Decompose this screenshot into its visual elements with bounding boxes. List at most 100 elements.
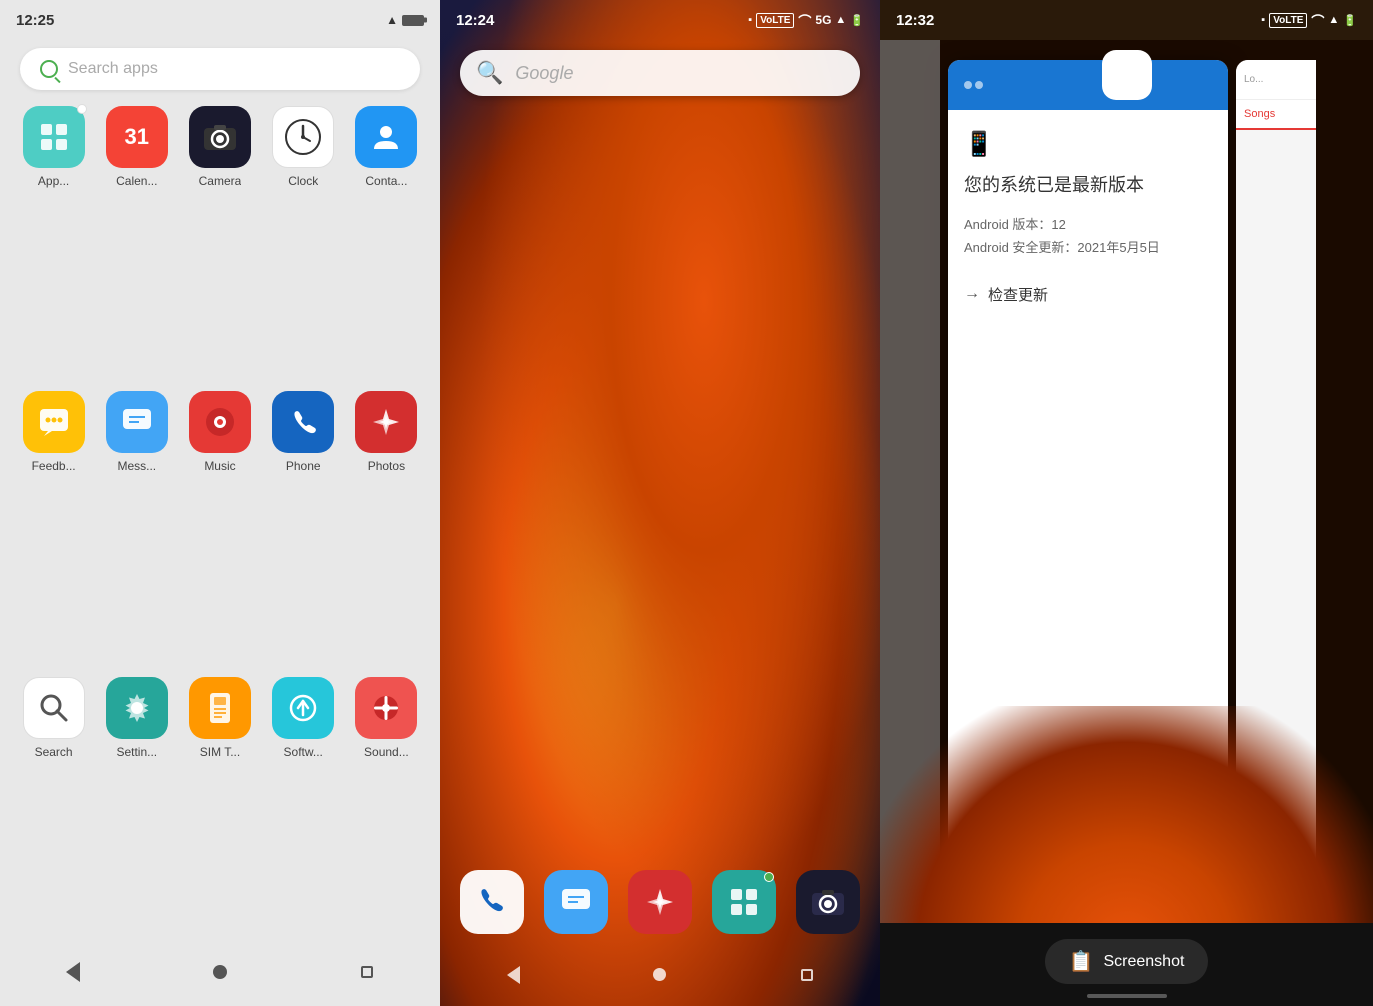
signal-bars: ▲	[835, 14, 846, 26]
header-dot-1	[964, 81, 972, 89]
app-icon-search	[23, 677, 85, 739]
card-header-dots	[964, 81, 983, 89]
phone3-nav-indicator	[1087, 994, 1167, 998]
phone2-recents-button[interactable]	[787, 955, 827, 995]
card-icon-update: 📱	[964, 130, 1212, 159]
back-icon	[66, 962, 80, 982]
app-icon-messages	[106, 391, 168, 453]
app-icon-clock	[272, 106, 334, 168]
phone2-dock	[440, 858, 880, 946]
phone2-status-bar: 12:24 ▪ VoLTE ⌒ 5G ▲ 🔋	[440, 0, 880, 40]
recents-button[interactable]	[347, 952, 387, 992]
home-button[interactable]	[200, 952, 240, 992]
phone3-app-icon	[1102, 50, 1152, 100]
app-label-calendar: Calen...	[116, 174, 157, 188]
app-icon-contacts	[355, 106, 417, 168]
phone1-nav-bar	[0, 946, 440, 1006]
phone3-status-icons: ▪ VoLTE ⌒ ▲ 🔋	[1261, 11, 1357, 30]
phone2-home-button[interactable]	[640, 955, 680, 995]
app-icon-simtoolkit	[189, 677, 251, 739]
volte-badge: VoLTE	[756, 13, 794, 28]
phone3-battery-icon: ▪	[1261, 14, 1265, 26]
app-item-contacts[interactable]: Conta...	[349, 106, 424, 375]
calendar-date: 31	[125, 124, 149, 150]
dock-appvault[interactable]	[712, 870, 776, 934]
app-label-music: Music	[204, 459, 235, 473]
battery-icon2b: 🔋	[850, 14, 864, 27]
battery-icon2: ▪	[748, 14, 752, 26]
phone2-nav-bar	[440, 951, 880, 1006]
dock-messages[interactable]	[544, 870, 608, 934]
dock-camera[interactable]	[796, 870, 860, 934]
phone2-time: 12:24	[456, 12, 494, 29]
home-icon	[213, 965, 227, 979]
app-item-simtoolkit[interactable]: SIM T...	[182, 677, 257, 946]
right-card-search: Lo...	[1236, 60, 1316, 100]
app-item-search[interactable]: Search	[16, 677, 91, 946]
app-item-calendar[interactable]: 31 Calen...	[99, 106, 174, 375]
security-update-label: Android 安全更新：	[964, 240, 1077, 255]
screenshot-icon: 📋	[1069, 949, 1094, 974]
check-update-button[interactable]: → 检查更新	[964, 280, 1212, 309]
app-label-search: Search	[35, 745, 73, 759]
app-item-feedback[interactable]: Feedb...	[16, 391, 91, 660]
phone2-back-icon	[507, 966, 520, 984]
app-label-simtoolkit: SIM T...	[200, 745, 240, 759]
app-label-software: Softw...	[284, 745, 323, 759]
google-search-bar[interactable]: 🔍 Google	[460, 50, 860, 96]
app-label-camera: Camera	[199, 174, 242, 188]
back-button[interactable]	[53, 952, 93, 992]
right-card-songs-tab[interactable]: Songs	[1236, 100, 1316, 130]
app-icon-camera	[189, 106, 251, 168]
apps-grid: App... 31 Calen... Camera Clock Conta...	[0, 106, 440, 946]
phone2-back-button[interactable]	[493, 955, 533, 995]
wifi-icon: ⌒	[798, 11, 811, 30]
app-label-sound: Sound...	[364, 745, 409, 759]
app-item-photos[interactable]: Photos	[349, 391, 424, 660]
app-item-messages[interactable]: Mess...	[99, 391, 174, 660]
phone3-battery2: 🔋	[1343, 14, 1357, 27]
phone3-time: 12:32	[896, 12, 934, 29]
phone2-recents-icon	[801, 969, 813, 981]
phone2-home: 12:24 ▪ VoLTE ⌒ 5G ▲ 🔋 🔍 Google	[440, 0, 880, 1006]
app-item-camera[interactable]: Camera	[182, 106, 257, 375]
phone3-bottom: 📋 Screenshot	[880, 923, 1373, 1006]
phone3-status-bar: 12:32 ▪ VoLTE ⌒ ▲ 🔋	[880, 0, 1373, 40]
google-search-icon: 🔍	[476, 60, 503, 86]
app-item-settings[interactable]: Settin...	[99, 677, 174, 946]
phone3-wifi: ⌒	[1311, 11, 1324, 30]
phone1-status-bar: 12:25 ▲	[0, 0, 440, 40]
app-item-phone[interactable]: Phone	[266, 391, 341, 660]
app-item-sound[interactable]: Sound...	[349, 677, 424, 946]
security-update-val: 2021年5月5日	[1077, 240, 1159, 255]
app-label-phone: Phone	[286, 459, 321, 473]
arrow-icon: →	[964, 285, 980, 303]
app-label-contacts: Conta...	[365, 174, 407, 188]
phone3-signal: ▲	[1328, 14, 1339, 26]
app-item-software[interactable]: Softw...	[266, 677, 341, 946]
dock-photos[interactable]	[628, 870, 692, 934]
android-version-label: Android 版本：	[964, 217, 1051, 232]
app-item-clock[interactable]: Clock	[266, 106, 341, 375]
app-label-clock: Clock	[288, 174, 318, 188]
android-version-val: 12	[1051, 217, 1065, 232]
battery-icon	[402, 15, 424, 26]
screenshot-button[interactable]: 📋 Screenshot	[1045, 939, 1209, 984]
app-item-appvault[interactable]: App...	[16, 106, 91, 375]
card-header	[948, 60, 1228, 110]
app-item-music[interactable]: Music	[182, 391, 257, 660]
app-label-photos: Photos	[368, 459, 405, 473]
card-title: 您的系统已是最新版本	[964, 171, 1212, 197]
dock-phone[interactable]	[460, 870, 524, 934]
app-dot	[77, 104, 87, 114]
app-icon-sound	[355, 677, 417, 739]
google-placeholder: Google	[515, 63, 573, 84]
search-bar[interactable]: Search apps	[20, 48, 420, 90]
phone2-home-icon	[653, 968, 666, 981]
phone1-status-icons: ▲	[386, 13, 424, 27]
app-icon-software	[272, 677, 334, 739]
signal-5g: 5G	[815, 13, 831, 27]
app-icon-music	[189, 391, 251, 453]
right-card-search-text: Lo...	[1244, 74, 1263, 85]
search-bar-text: Search apps	[68, 60, 158, 78]
